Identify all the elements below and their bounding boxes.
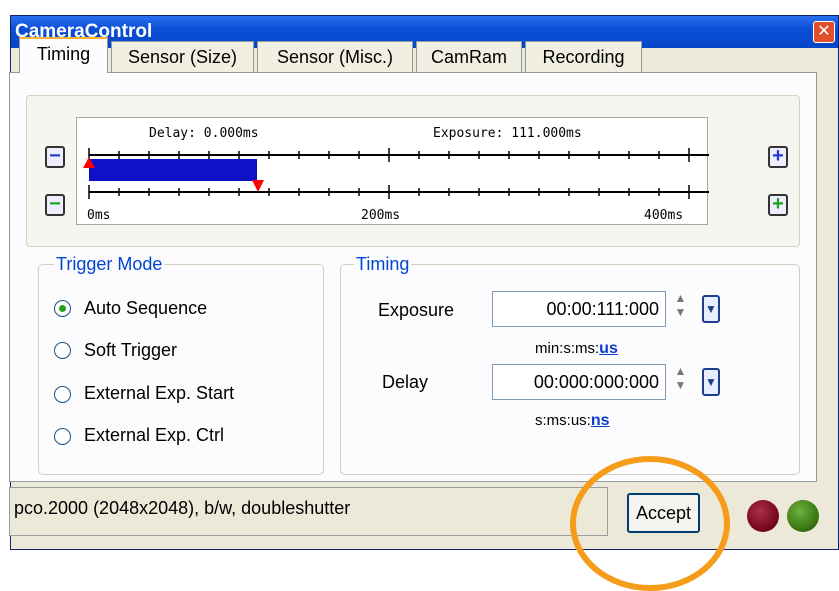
radio-soft-trigger[interactable] [54, 342, 71, 359]
exposure-label: Exposure [378, 300, 455, 320]
chevron-down-icon: ▼ [705, 375, 717, 389]
exposure-unit-prefix: min:s:ms: [535, 340, 600, 357]
axis-label-0: 0ms [87, 208, 111, 223]
zoom-in-blue-button[interactable]: + [768, 146, 788, 168]
exposure-end-marker [252, 180, 264, 192]
spin-down-icon[interactable]: ▼ [668, 305, 693, 319]
tab-recording[interactable]: Recording [525, 41, 642, 72]
minus-icon: − [49, 193, 61, 215]
delay-unit-link[interactable]: ns [591, 412, 610, 429]
radio-label-soft-trigger[interactable]: Soft Trigger [84, 340, 177, 361]
close-icon[interactable]: ✕ [813, 21, 835, 43]
tab-timing[interactable]: Timing [19, 37, 108, 73]
radio-label-external-exp-ctrl[interactable]: External Exp. Ctrl [84, 425, 224, 446]
delay-unit-line: s:ms:us:ns [535, 412, 610, 430]
chevron-down-icon: ▼ [705, 302, 717, 316]
status-bar: pco.2000 (2048x2048), b/w, doubleshutter [9, 487, 608, 536]
exposure-spinner[interactable]: ▲ ▼ [668, 291, 693, 327]
spin-down-icon[interactable]: ▼ [668, 378, 693, 392]
timing-timeline[interactable]: Delay: 0.000ms Exposure: 111.000ms 0ms 2… [76, 117, 709, 225]
highlight-circle-annotation [570, 456, 730, 591]
exposure-bar [89, 159, 257, 181]
camera-status-text: pco.2000 (2048x2048), b/w, doubleshutter [14, 498, 351, 518]
exposure-unit-dropdown[interactable]: ▼ [702, 295, 720, 323]
delay-unit-prefix: s:ms:us: [535, 412, 591, 429]
radio-external-exp-start[interactable] [54, 386, 71, 403]
radio-label-auto-sequence[interactable]: Auto Sequence [84, 298, 207, 319]
tab-sensor-misc[interactable]: Sensor (Misc.) [257, 41, 413, 72]
plus-icon: + [772, 193, 784, 215]
exposure-field[interactable]: 00:00:111:000 [492, 291, 666, 327]
tab-sensor-size[interactable]: Sensor (Size) [111, 41, 254, 72]
radio-label-external-exp-start[interactable]: External Exp. Start [84, 383, 234, 404]
exposure-unit-line: min:s:ms:us [535, 340, 618, 358]
timing-legend: Timing [354, 254, 412, 275]
trigger-mode-legend: Trigger Mode [54, 254, 165, 275]
delay-label: Delay [382, 372, 429, 392]
tab-camram[interactable]: CamRam [416, 41, 522, 72]
zoom-out-green-button[interactable]: − [45, 194, 65, 216]
minus-icon: − [49, 145, 61, 167]
delay-field[interactable]: 00:000:000:000 [492, 364, 666, 400]
delay-unit-dropdown[interactable]: ▼ [702, 368, 720, 396]
radio-selected-dot [59, 305, 66, 312]
status-led-green [787, 500, 819, 532]
radio-auto-sequence[interactable] [54, 300, 71, 317]
delay-spinner[interactable]: ▲ ▼ [668, 364, 693, 400]
zoom-out-blue-button[interactable]: − [45, 146, 65, 168]
radio-external-exp-ctrl[interactable] [54, 428, 71, 445]
plus-icon: + [772, 145, 784, 167]
zoom-in-green-button[interactable]: + [768, 194, 788, 216]
axis-label-200: 200ms [361, 208, 401, 223]
spin-up-icon[interactable]: ▲ [668, 364, 693, 378]
exposure-unit-link[interactable]: us [599, 340, 618, 357]
axis-label-400: 400ms [644, 208, 684, 223]
status-led-red [747, 500, 779, 532]
spin-up-icon[interactable]: ▲ [668, 291, 693, 305]
